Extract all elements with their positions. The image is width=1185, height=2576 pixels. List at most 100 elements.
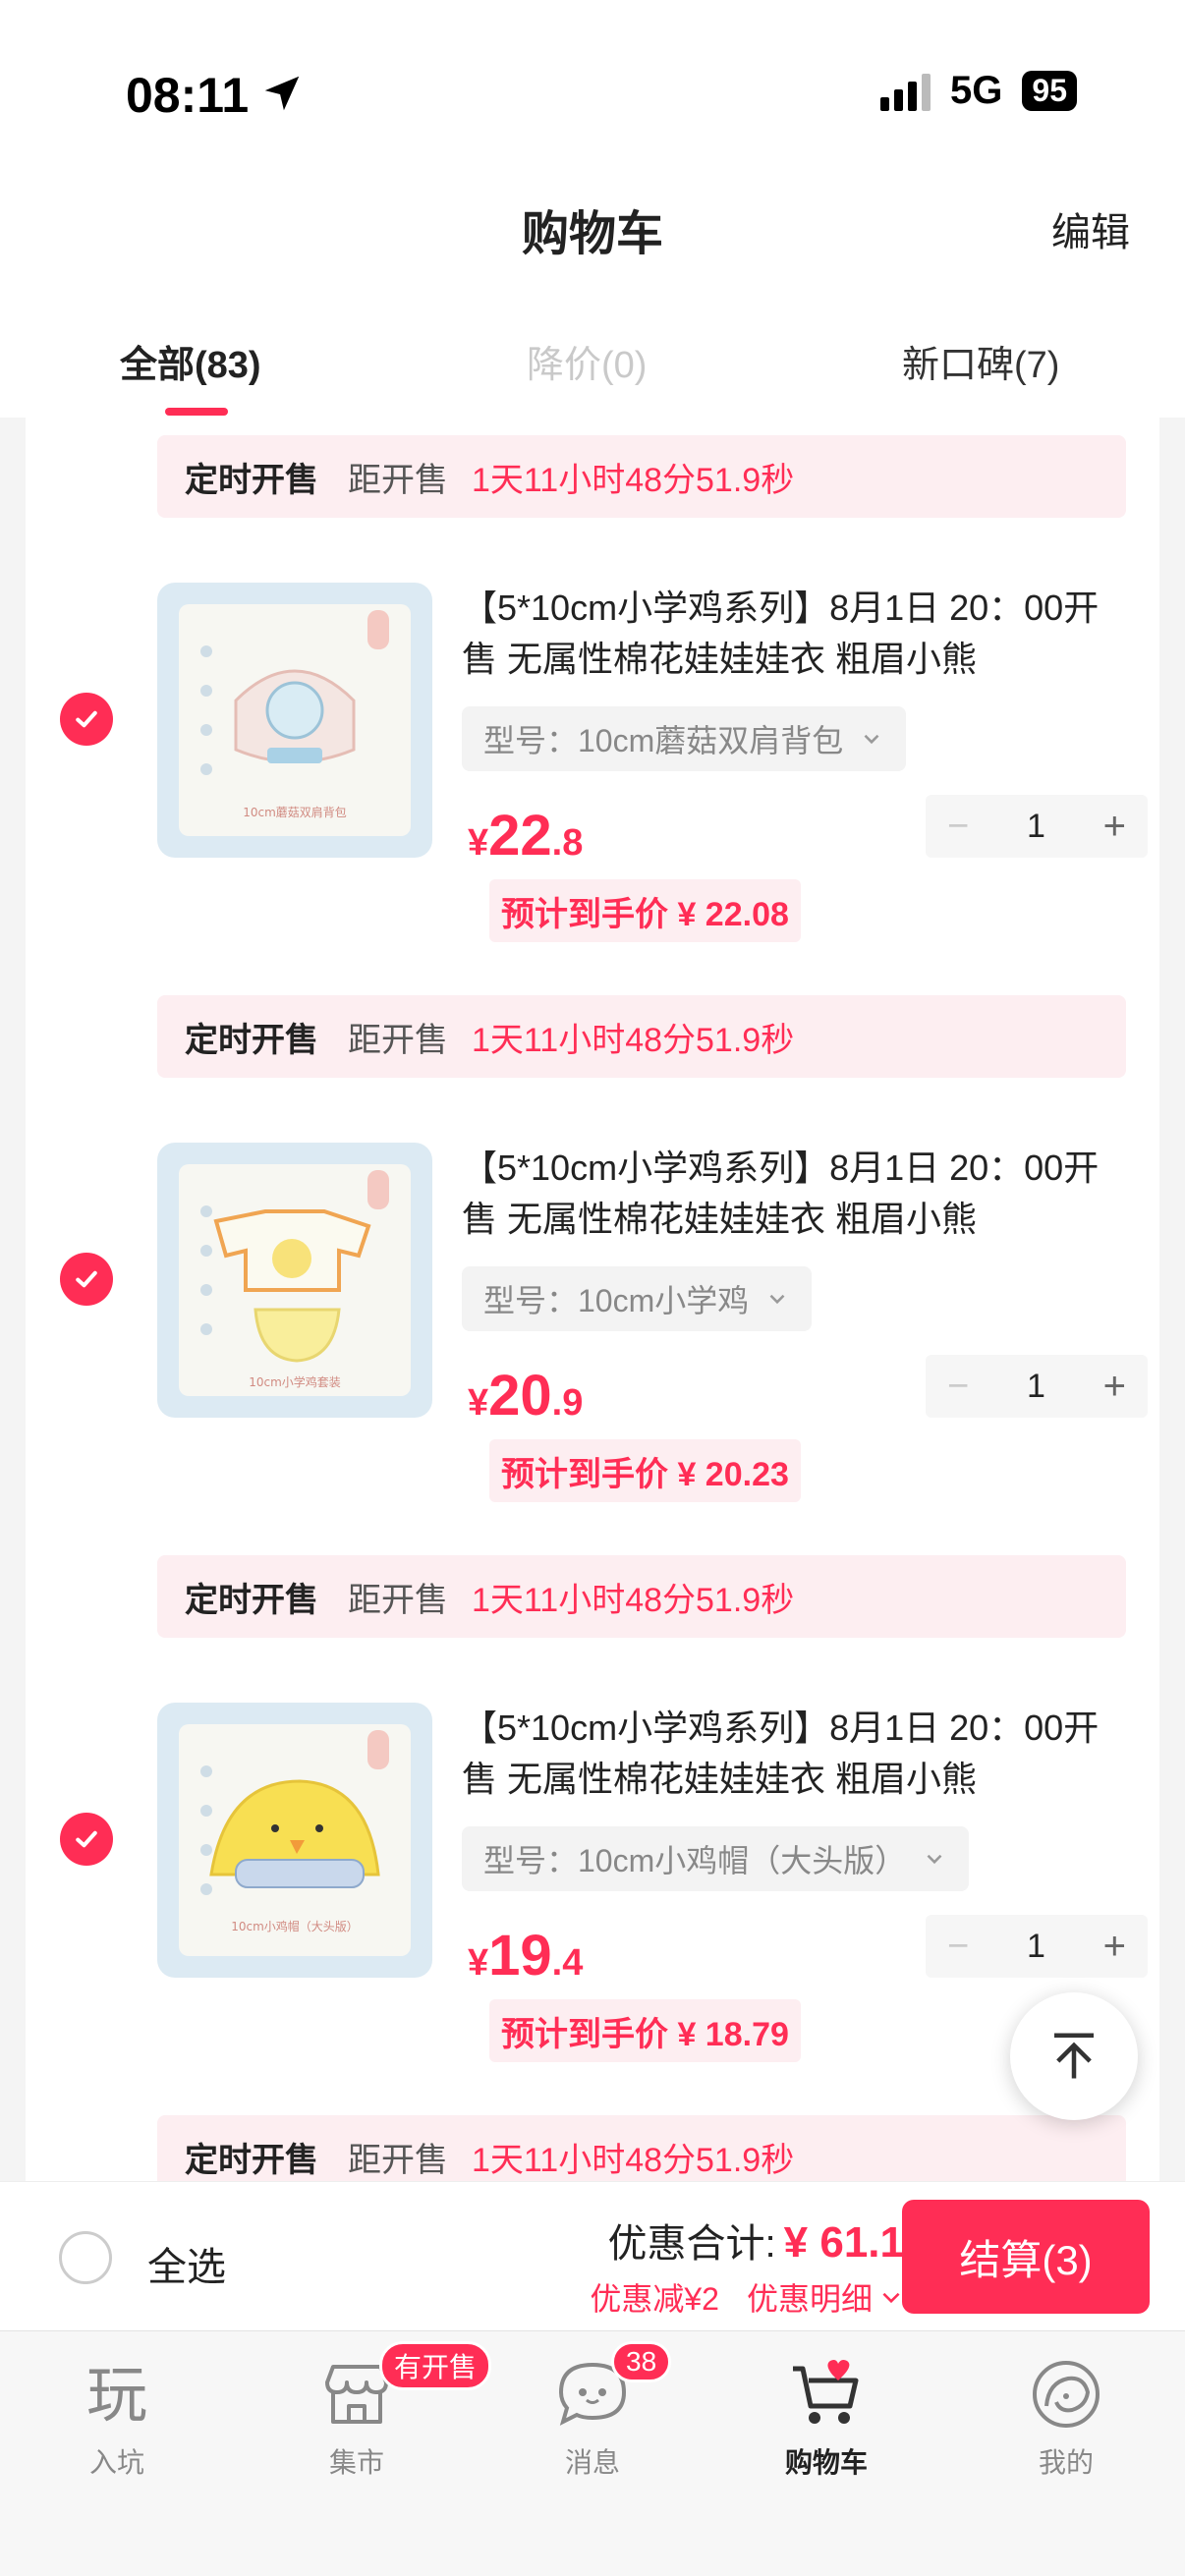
tab-label: 购物车: [784, 2447, 868, 2478]
presale-label: 距开售: [348, 1021, 448, 1059]
status-bar: 08:11 5G 95: [0, 0, 1185, 167]
quantity-stepper: − 1 +: [926, 1915, 1148, 1978]
tab-label: 集市: [328, 2447, 384, 2478]
tab-profile[interactable]: 我的: [983, 2355, 1150, 2481]
variant-label: 型号：10cm小鸡帽（大头版）: [483, 1843, 907, 1878]
presale-tag: 定时开售: [185, 461, 318, 499]
product-price: ¥19.4: [468, 1924, 584, 1988]
checkmark-icon: [76, 1270, 97, 1288]
status-time: 08:11: [126, 68, 250, 123]
tab-all[interactable]: 全部(83): [120, 334, 261, 388]
item-checkbox[interactable]: [60, 1253, 113, 1306]
chevron-down-icon: [882, 2292, 900, 2304]
presale-tag: 定时开售: [185, 1581, 318, 1619]
product-title[interactable]: 【5*10cm小学鸡系列】8月1日 20：00开售 无属性棉花娃娃娃衣 粗眉小熊: [462, 1143, 1130, 1245]
discount-amount: 优惠减¥2: [590, 2281, 719, 2317]
presale-tag: 定时开售: [185, 1021, 318, 1059]
checkmark-icon: [76, 1830, 97, 1848]
presale-label: 距开售: [348, 461, 448, 499]
backpack-image: 10cm蘑菇双肩背包: [179, 604, 411, 836]
nav-header: 购物车 编辑: [0, 167, 1185, 285]
presale-label: 距开售: [348, 1581, 448, 1619]
total-label: 优惠合计:: [607, 2222, 776, 2266]
tab-cart[interactable]: 购物车: [743, 2355, 910, 2481]
product-title[interactable]: 【5*10cm小学鸡系列】8月1日 20：00开售 无属性棉花娃娃娃衣 粗眉小熊: [462, 1703, 1130, 1805]
checkout-bar: 全选 优惠合计: ¥ 61.1 优惠减¥2 优惠明细 结算(3): [0, 2181, 1185, 2330]
chick-hat-image: 10cm小鸡帽（大头版）: [179, 1724, 411, 1956]
tab-new-reviews[interactable]: 新口碑(7): [902, 334, 1059, 388]
increase-button[interactable]: +: [1103, 805, 1126, 849]
filter-tabs: 全部(83) 降价(0) 新口碑(7): [0, 285, 1185, 418]
discount-detail-link[interactable]: 优惠明细: [747, 2274, 904, 2320]
tab-messages[interactable]: 38 消息: [509, 2341, 676, 2481]
presale-label: 距开售: [348, 2141, 448, 2179]
chevron-down-icon: [927, 1854, 942, 1865]
quantity-value[interactable]: 1: [1027, 1368, 1045, 1406]
presale-countdown: 1天11小时48分51.9秒: [472, 2141, 795, 2179]
presale-countdown: 1天11小时48分51.9秒: [472, 1021, 795, 1059]
decrease-button[interactable]: −: [947, 1366, 969, 1408]
tab-label: 入坑: [88, 2447, 144, 2478]
increase-button[interactable]: +: [1103, 1365, 1126, 1409]
checkmark-icon: [76, 710, 97, 728]
checkout-button[interactable]: 结算(3): [902, 2200, 1150, 2314]
tab-label: 消息: [564, 2447, 620, 2478]
chevron-down-icon: [864, 734, 879, 745]
quantity-value[interactable]: 1: [1027, 1928, 1045, 1966]
svg-text:10cm小鸡帽（大头版）: 10cm小鸡帽（大头版）: [231, 1919, 359, 1933]
variant-selector[interactable]: 型号：10cm小学鸡: [462, 1266, 813, 1331]
item-checkbox[interactable]: [60, 693, 113, 746]
product-image[interactable]: 10cm小学鸡套装: [157, 1143, 432, 1418]
variant-selector[interactable]: 型号：10cm蘑菇双肩背包: [462, 706, 907, 771]
product-price: ¥22.8: [468, 804, 584, 868]
increase-button[interactable]: +: [1103, 1925, 1126, 1969]
select-all-label[interactable]: 全选: [147, 2235, 226, 2292]
presale-banner: 定时开售 距开售 1天11小时48分51.9秒: [157, 2115, 1126, 2181]
presale-banner: 定时开售 距开售 1天11小时48分51.9秒: [157, 995, 1126, 1078]
play-icon: 玩: [78, 2355, 156, 2434]
arrow-up-icon: [1054, 2033, 1094, 2079]
battery-level: 95: [1022, 71, 1077, 111]
tab-price-drop[interactable]: 降价(0): [527, 334, 647, 388]
cart-icon: [787, 2355, 866, 2434]
tab-market[interactable]: 有开售 集市: [273, 2341, 492, 2481]
svg-text:10cm蘑菇双肩背包: 10cm蘑菇双肩背包: [243, 805, 347, 819]
presale-countdown: 1天11小时48分51.9秒: [472, 1581, 795, 1619]
edit-button[interactable]: 编辑: [1051, 200, 1130, 257]
variant-label: 型号：10cm小学鸡: [483, 1283, 750, 1318]
product-price: ¥20.9: [468, 1364, 584, 1428]
network-type: 5G: [950, 69, 1003, 112]
location-arrow-icon: [264, 76, 300, 111]
estimated-price: 预计到手价 ¥ 18.79: [489, 1999, 801, 2062]
message-badge: 38: [611, 2341, 672, 2382]
item-checkbox[interactable]: [60, 1813, 113, 1866]
product-image[interactable]: 10cm小鸡帽（大头版）: [157, 1703, 432, 1978]
back-to-top-button[interactable]: [1010, 1992, 1138, 2120]
tab-active-indicator: [165, 408, 228, 416]
tab-play[interactable]: 玩 入坑: [33, 2355, 200, 2481]
profile-icon: [1027, 2355, 1105, 2434]
quantity-stepper: − 1 +: [926, 1355, 1148, 1418]
bottom-tab-bar: 玩 入坑 有开售 集市 38 消息 购物车 我的: [0, 2330, 1185, 2576]
presale-tag: 定时开售: [185, 2141, 318, 2179]
product-title[interactable]: 【5*10cm小学鸡系列】8月1日 20：00开售 无属性棉花娃娃娃衣 粗眉小熊: [462, 583, 1130, 685]
cart-list: 定时开售 距开售 1天11小时48分51.9秒 10cm蘑菇双肩背包 【5*10…: [26, 418, 1159, 2181]
signal-icon: [880, 72, 931, 111]
estimated-price: 预计到手价 ¥ 20.23: [489, 1439, 801, 1502]
decrease-button[interactable]: −: [947, 806, 969, 848]
total-line: 优惠合计: ¥ 61.1: [608, 2212, 904, 2268]
svg-text:10cm小学鸡套装: 10cm小学鸡套装: [249, 1374, 341, 1389]
chevron-down-icon: [769, 1294, 785, 1305]
presale-banner: 定时开售 距开售 1天11小时48分51.9秒: [157, 1555, 1126, 1638]
select-all-checkbox[interactable]: [59, 2231, 112, 2284]
product-image[interactable]: 10cm蘑菇双肩背包: [157, 583, 432, 858]
variant-selector[interactable]: 型号：10cm小鸡帽（大头版）: [462, 1826, 970, 1891]
estimated-price: 预计到手价 ¥ 22.08: [489, 879, 801, 942]
variant-label: 型号：10cm蘑菇双肩背包: [483, 723, 844, 758]
market-badge: 有开售: [379, 2341, 492, 2390]
quantity-value[interactable]: 1: [1027, 808, 1045, 846]
presale-countdown: 1天11小时48分51.9秒: [472, 461, 795, 499]
tab-label: 我的: [1038, 2447, 1094, 2478]
discount-line: 优惠减¥2 优惠明细: [590, 2274, 904, 2320]
decrease-button[interactable]: −: [947, 1926, 969, 1968]
